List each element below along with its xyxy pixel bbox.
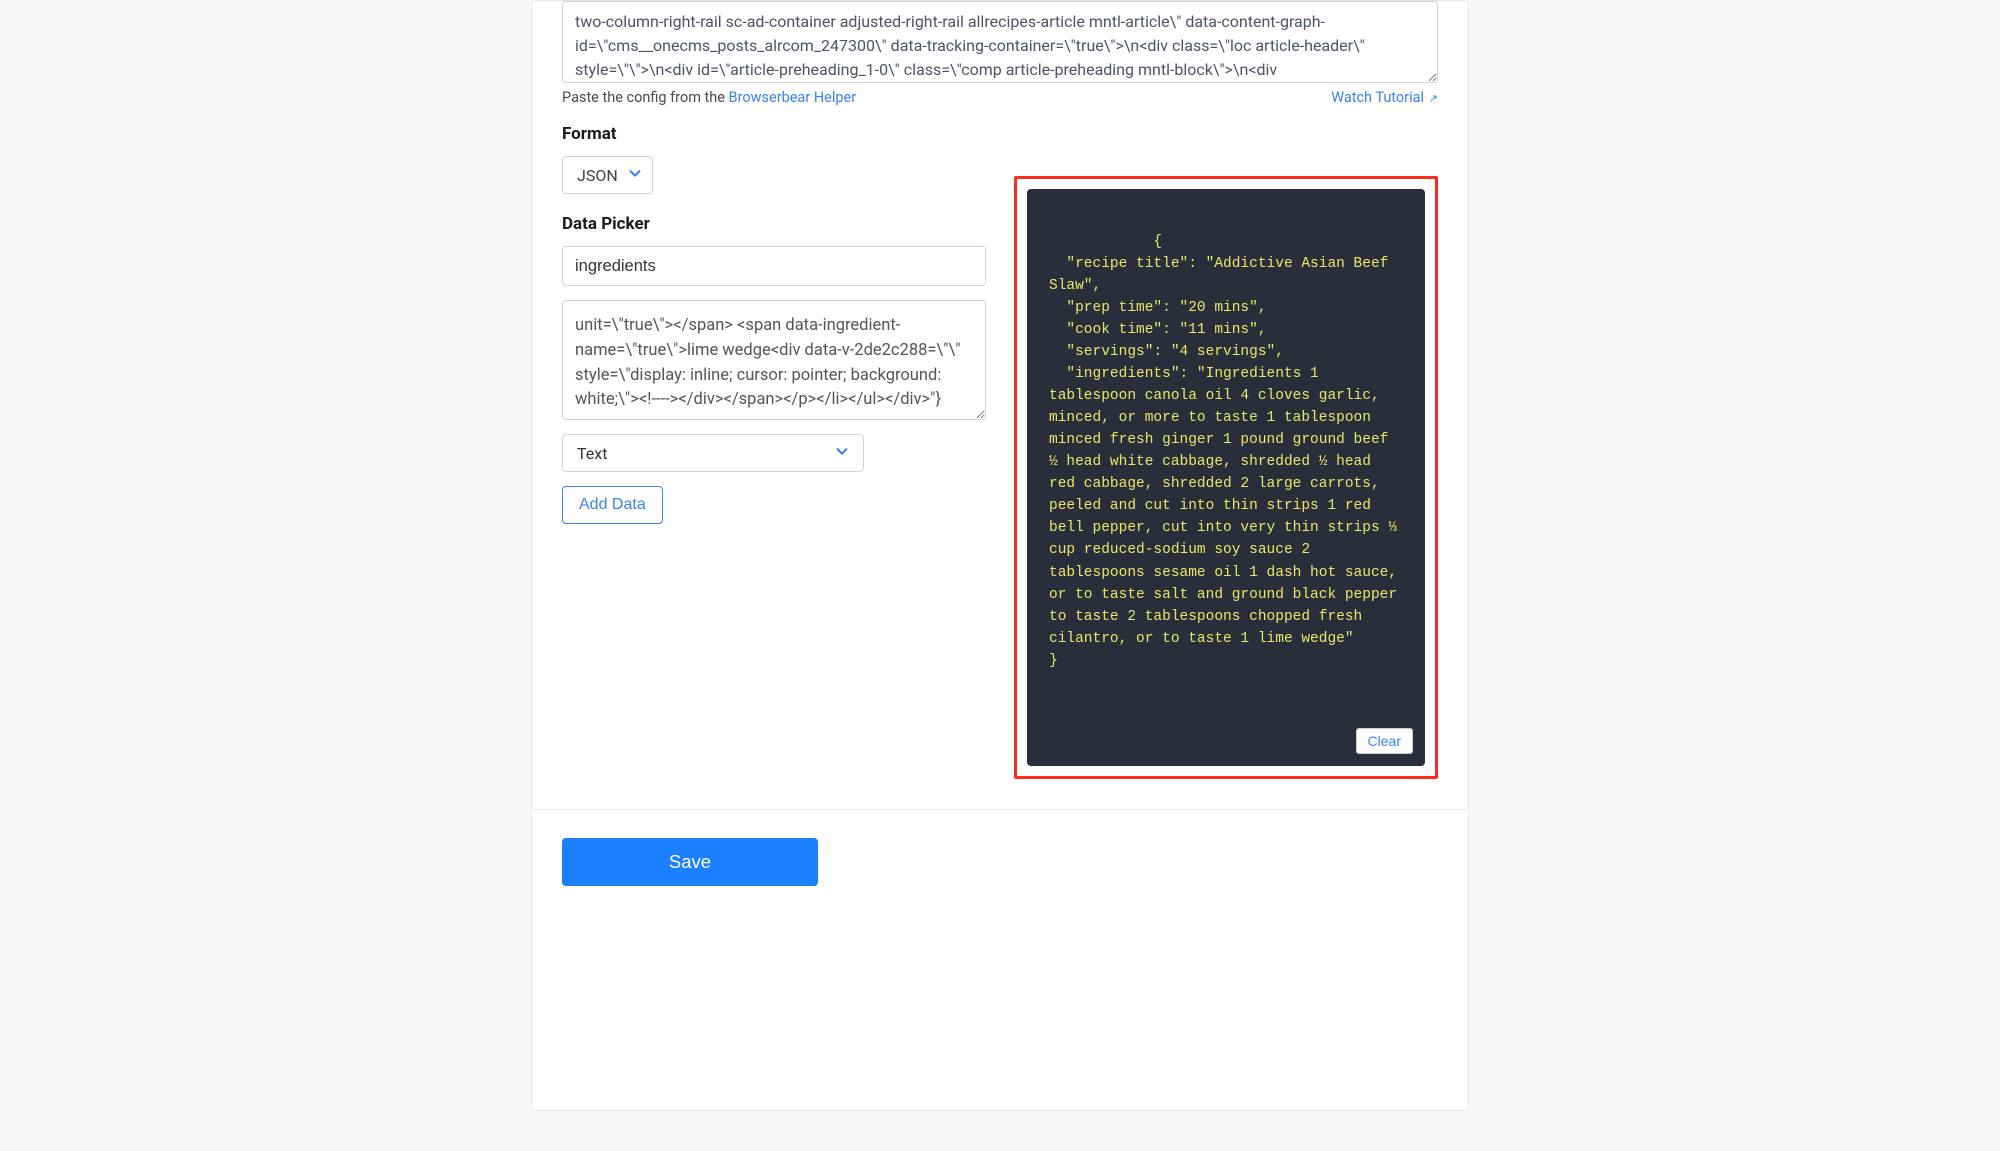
watch-tutorial-link[interactable]: Watch Tutorial ↗	[1331, 89, 1438, 106]
browserbear-helper-link[interactable]: Browserbear Helper	[729, 89, 857, 106]
data-picker-textarea[interactable]: unit=\"true\"></span> <span data-ingredi…	[562, 300, 986, 420]
clear-button[interactable]: Clear	[1356, 728, 1413, 754]
output-json: { "recipe title": "Addictive Asian Beef …	[1027, 189, 1425, 766]
output-panel: { "recipe title": "Addictive Asian Beef …	[1014, 176, 1438, 779]
chevron-down-icon	[835, 444, 849, 462]
format-select-value: JSON	[577, 166, 618, 185]
watch-tutorial-label: Watch Tutorial	[1331, 89, 1424, 106]
data-picker-input[interactable]	[562, 246, 986, 286]
external-link-icon: ↗	[1426, 92, 1438, 105]
type-select[interactable]: Text	[562, 434, 864, 472]
helper-prefix: Paste the config from the	[562, 89, 729, 106]
output-json-content: { "recipe title": "Addictive Asian Beef …	[1049, 234, 1406, 669]
data-picker-heading: Data Picker	[562, 214, 986, 234]
config-textarea[interactable]: two-column-right-rail sc-ad-container ad…	[562, 1, 1438, 83]
helper-text: Paste the config from the Browserbear He…	[562, 89, 856, 106]
data-picker-textarea-content: unit=\"true\"></span> <span data-ingredi…	[575, 314, 973, 413]
section-divider	[532, 809, 1468, 810]
format-heading: Format	[562, 124, 1438, 144]
add-data-button[interactable]: Add Data	[562, 486, 663, 524]
chevron-down-icon	[628, 166, 642, 184]
format-select[interactable]: JSON	[562, 156, 653, 194]
save-button[interactable]: Save	[562, 838, 818, 886]
type-select-value: Text	[577, 444, 607, 463]
